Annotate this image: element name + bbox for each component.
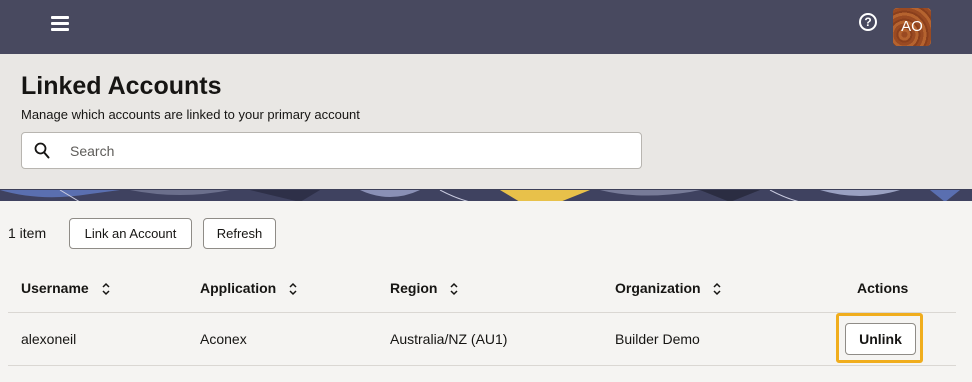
- table-row-divider: [8, 365, 956, 366]
- avatar[interactable]: AO: [893, 8, 931, 46]
- column-header-label: Region: [390, 280, 438, 296]
- decorative-banner: [0, 189, 972, 201]
- hamburger-menu-icon[interactable]: [49, 12, 71, 34]
- column-header-actions: Actions: [857, 280, 909, 296]
- sort-icon: [450, 283, 458, 296]
- unlink-button[interactable]: Unlink: [845, 323, 916, 355]
- search-input[interactable]: [70, 139, 630, 163]
- link-account-button[interactable]: Link an Account: [69, 218, 192, 249]
- column-header-label: Organization: [615, 280, 701, 296]
- page-subtitle: Manage which accounts are linked to your…: [21, 107, 360, 122]
- column-header-region[interactable]: Region: [390, 280, 459, 296]
- search-icon: [34, 142, 50, 159]
- table-header-divider: [8, 312, 956, 313]
- cell-organization: Builder Demo: [615, 331, 700, 347]
- help-circle-icon[interactable]: ?: [859, 13, 877, 31]
- column-header-organization[interactable]: Organization: [615, 280, 722, 296]
- cell-application: Aconex: [200, 331, 247, 347]
- sort-icon: [102, 283, 110, 296]
- sort-icon: [713, 283, 721, 296]
- column-header-username[interactable]: Username: [21, 280, 111, 296]
- top-bar: ? AO: [0, 0, 972, 54]
- sort-icon: [289, 283, 297, 296]
- column-header-label: Application: [200, 280, 277, 296]
- page-title: Linked Accounts: [21, 72, 222, 100]
- column-header-label: Username: [21, 280, 89, 296]
- item-count: 1 item: [8, 225, 47, 241]
- column-header-application[interactable]: Application: [200, 280, 298, 296]
- cell-username: alexoneil: [21, 331, 77, 347]
- banner-pattern-graphic: [0, 189, 972, 201]
- search-box[interactable]: [21, 132, 642, 169]
- cell-region: Australia/NZ (AU1): [390, 331, 508, 347]
- refresh-button[interactable]: Refresh: [203, 218, 276, 249]
